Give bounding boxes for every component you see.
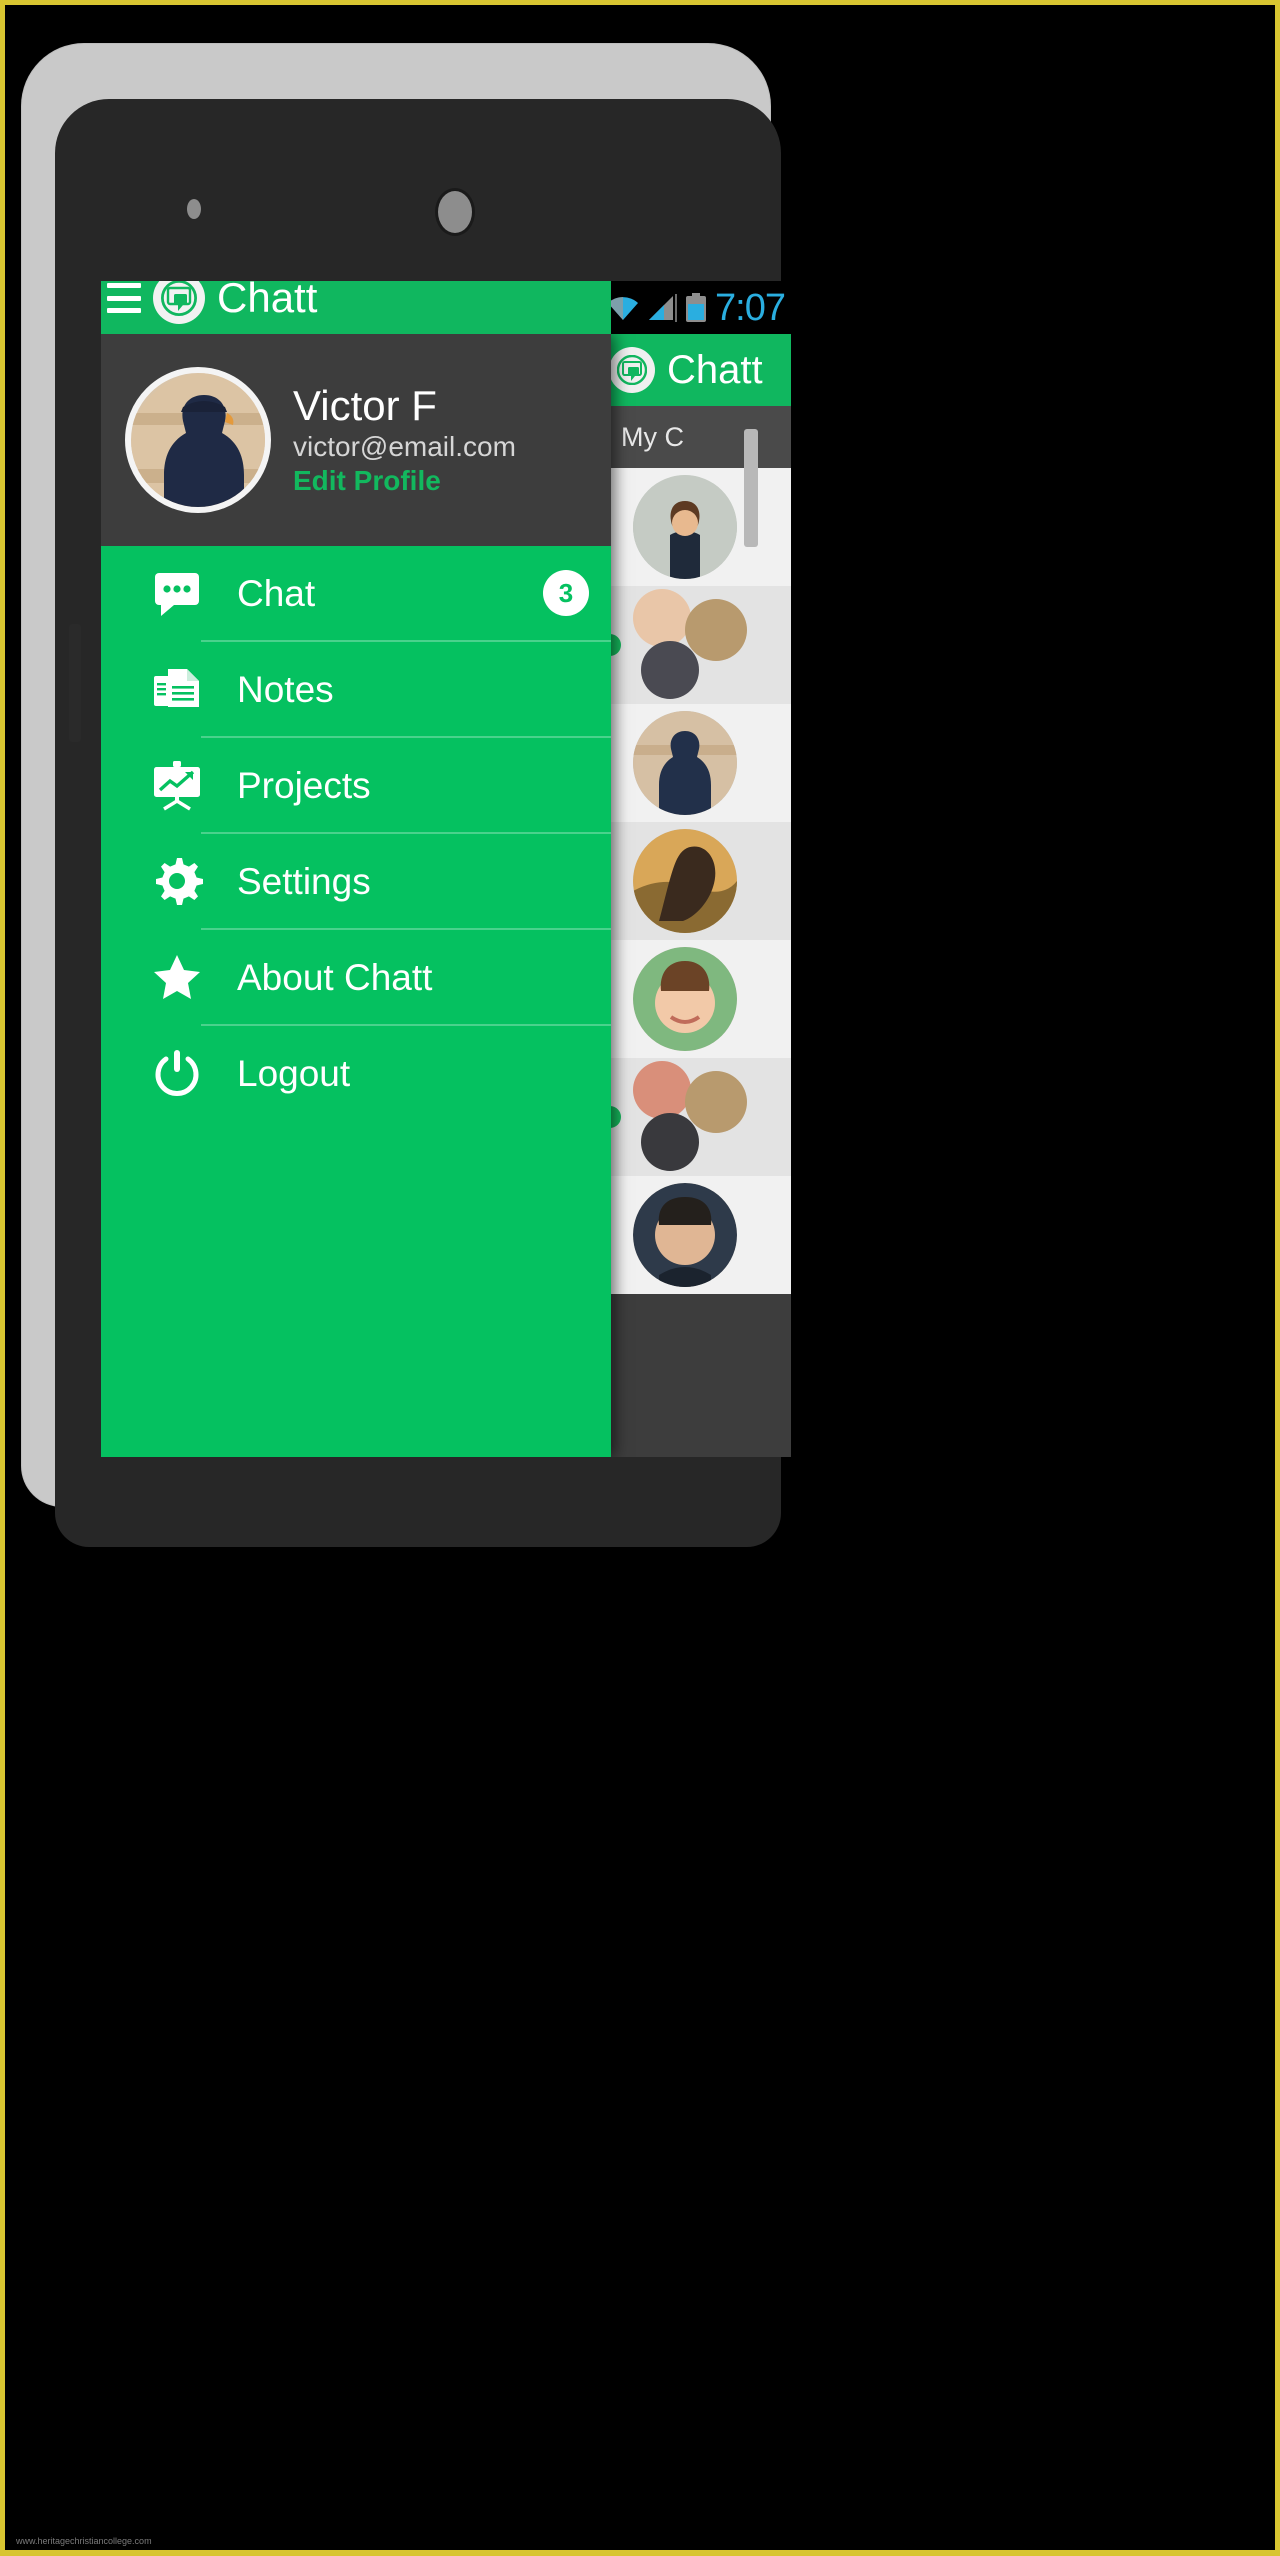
sidebar-item-label: Settings: [237, 860, 371, 902]
volume-button[interactable]: [69, 624, 81, 742]
page-border-right: [1275, 0, 1280, 2556]
avatar: [633, 711, 737, 815]
chat-list-title: Chatt: [667, 348, 763, 392]
sidebar-item-notes[interactable]: Notes: [101, 642, 611, 736]
profile-email: victor@email.com: [293, 431, 516, 462]
page-border-left: [0, 0, 5, 2556]
presentation-chart-icon: [151, 759, 203, 811]
page-root: 7:07 Chatt My C Chatt Victor F victor@em…: [0, 0, 1280, 2556]
power-button[interactable]: [744, 429, 758, 547]
profile-name: Victor F: [293, 382, 437, 429]
avatar[interactable]: [125, 367, 271, 513]
profile-text-block: Victor F victor@email.com Edit Profile: [293, 383, 516, 497]
documents-stack-icon: [151, 663, 203, 715]
sidebar-item-label: Logout: [237, 1052, 351, 1094]
power-icon: [151, 1047, 203, 1099]
phone-screen: 7:07 Chatt My C Chatt Victor F victor@em…: [101, 281, 791, 1457]
status-bar-clock: 7:07: [715, 286, 786, 329]
page-border-top: [0, 0, 1280, 5]
hamburger-icon[interactable]: [107, 283, 141, 313]
battery-icon: [684, 292, 708, 323]
app-content: Chatt My C Chatt Victor F victor@email.c…: [101, 281, 791, 1457]
cell-signal-icon: [647, 293, 678, 322]
drawer-appbar: Chatt: [101, 281, 611, 334]
chat-bubble-logo-icon: [609, 347, 655, 393]
sidebar-item-about-chatt[interactable]: About Chatt: [101, 930, 611, 1024]
sidebar-item-projects[interactable]: Projects: [101, 738, 611, 832]
status-badge: 3: [543, 570, 589, 616]
star-icon: [151, 951, 203, 1003]
page-border-bottom: [0, 2550, 1280, 2556]
wifi-icon: [606, 294, 640, 322]
sidebar-item-label: Notes: [237, 668, 334, 710]
avatar: [633, 589, 747, 699]
phone-body: 7:07 Chatt My C Chatt Victor F victor@em…: [55, 99, 791, 1547]
tab-my-chats-label: My C: [621, 421, 684, 452]
drawer-profile-header[interactable]: Victor F victor@email.com Edit Profile: [101, 334, 611, 546]
avatar: [633, 1183, 737, 1287]
gear-icon: [151, 855, 203, 907]
drawer-menu: Chat 3 Notes Projects Settings About Cha…: [101, 546, 611, 1120]
avatar: [633, 829, 737, 933]
sidebar-item-label: Projects: [237, 764, 371, 806]
sidebar-item-label: About Chatt: [237, 956, 433, 998]
chat-bubble-logo-icon: [153, 281, 205, 324]
edit-profile-link[interactable]: Edit Profile: [293, 465, 516, 497]
front-sensor-icon: [187, 199, 201, 219]
phone-outer-frame: 7:07 Chatt My C Chatt Victor F victor@em…: [22, 44, 791, 1547]
avatar: [633, 475, 737, 579]
sidebar-item-chat[interactable]: Chat 3: [101, 546, 611, 640]
sidebar-item-logout[interactable]: Logout: [101, 1026, 611, 1120]
avatar: [633, 1061, 747, 1171]
watermark-text: www.heritagechristiancollege.com: [16, 2536, 152, 2546]
app-title: Chatt: [217, 281, 318, 321]
front-camera-icon: [438, 191, 472, 233]
navigation-drawer: Chatt Victor F victor@email.com Edit Pro…: [101, 281, 611, 1457]
avatar: [633, 947, 737, 1051]
sidebar-item-label: Chat: [237, 572, 316, 614]
chat-bubble-dots-icon: [151, 567, 203, 619]
sidebar-item-settings[interactable]: Settings: [101, 834, 611, 928]
